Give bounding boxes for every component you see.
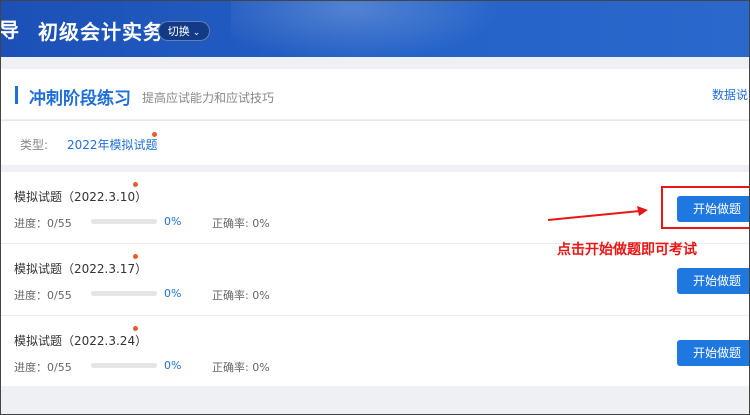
progress-label: 进度：0/55	[14, 361, 72, 374]
switch-course-button[interactable]: 切换 ⌄	[158, 21, 210, 41]
section-subtitle: 提高应试能力和应试技巧	[142, 91, 275, 105]
progress-percent: 0%	[164, 359, 182, 372]
header-decoration	[231, 1, 531, 57]
header-cut-text: 导	[1, 18, 19, 42]
progress-bar	[91, 291, 157, 296]
top-header: 导 初级会计实务 切换 ⌄	[1, 1, 749, 57]
type-filter: 类型: 2022年模拟试题	[1, 120, 749, 165]
annotation-text: 点击开始做题即可考试	[557, 242, 697, 258]
progress-label: 进度：0/55	[14, 217, 72, 230]
new-badge-dot	[133, 326, 138, 331]
new-badge-dot	[152, 132, 157, 137]
progress-bar	[91, 363, 157, 368]
exam-title: 模拟试题（2022.3.10）	[14, 190, 148, 204]
type-label: 类型:	[20, 138, 49, 152]
title-accent-bar	[15, 86, 18, 104]
section-header: 冲刺阶段练习 提高应试能力和应试技巧 数据说明	[1, 69, 749, 119]
annotation-arrow-icon	[547, 206, 648, 221]
progress-percent: 0%	[164, 287, 182, 300]
exam-row: 模拟试题（2022.3.24） 进度：0/55 0% 正确率: 0% 开始做题	[1, 316, 749, 387]
exam-title: 模拟试题（2022.3.24）	[14, 334, 148, 348]
progress-label: 进度：0/55	[14, 289, 72, 302]
progress-percent: 0%	[164, 215, 182, 228]
switch-label: 切换	[167, 25, 190, 38]
progress-bar	[91, 219, 157, 224]
accuracy-rate: 正确率: 0%	[212, 289, 270, 302]
start-exam-button[interactable]: 开始做题	[677, 340, 749, 366]
highlight-box	[661, 186, 749, 229]
new-badge-dot	[133, 182, 138, 187]
data-description-link[interactable]: 数据说明	[712, 86, 749, 103]
section-title: 冲刺阶段练习	[29, 89, 131, 109]
accuracy-rate: 正确率: 0%	[212, 361, 270, 374]
start-exam-button[interactable]: 开始做题	[677, 268, 749, 294]
course-title: 初级会计实务	[38, 20, 164, 44]
type-option-2022-mock[interactable]: 2022年模拟试题	[67, 136, 158, 153]
new-badge-dot	[133, 254, 138, 259]
screenshot-frame: 导 初级会计实务 切换⌄ 冲刺阶段练习 提高应试能力和应试技巧 数据说明 类型:…	[0, 0, 750, 415]
exam-title: 模拟试题（2022.3.17）	[14, 262, 148, 276]
chevron-down-icon: ⌄	[192, 28, 201, 38]
accuracy-rate: 正确率: 0%	[212, 217, 270, 230]
